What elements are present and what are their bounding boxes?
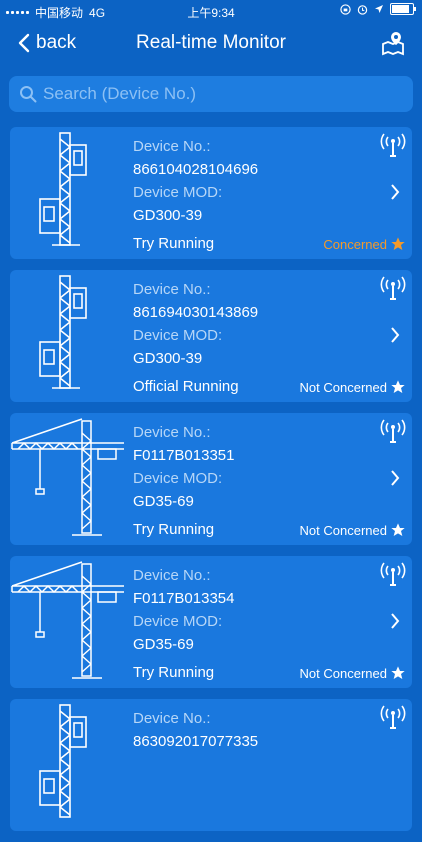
chevron-right-icon [391,184,400,200]
tower-crane-icon [11,561,124,679]
search-bar[interactable] [9,76,413,112]
concern-label: Not Concerned [299,522,387,538]
device-no-label: Device No.: [133,138,211,155]
device-no-label: Device No.: [133,424,211,441]
device-no-value: F0117B013351 [133,447,235,464]
alarm-icon [357,4,368,15]
device-no-label: Device No.: [133,710,211,727]
search-icon [20,86,37,103]
device-no-value: 861694030143869 [133,304,259,321]
device-list: Device No.: 866104028104696 Device MOD: … [10,127,412,842]
map-location-icon[interactable] [380,30,406,56]
chevron-right-icon [391,613,400,629]
tower-crane-icon [11,418,124,536]
device-card[interactable]: Device No.: 863092017077335 [10,699,412,831]
concern-label: Concerned [323,236,387,252]
device-mod-label: Device MOD: [133,470,223,487]
device-mod-value: GD35-69 [133,493,194,510]
signal-antenna-icon [380,562,406,586]
concern-toggle[interactable]: Not Concerned [300,665,406,681]
concern-toggle[interactable]: Concerned [323,236,406,252]
signal-antenna-icon [380,419,406,443]
run-status: Try Running [133,664,215,681]
concern-toggle[interactable]: Not Concerned [300,379,406,395]
search-input[interactable] [37,83,413,105]
device-info: Device No.: F0117B013354 Device MOD: GD3… [133,564,234,656]
signal-antenna-icon [380,133,406,157]
device-info: Device No.: 863092017077335 [133,707,258,753]
run-status: Try Running [133,235,215,252]
star-icon [391,237,405,250]
device-card[interactable]: Device No.: 861694030143869 Device MOD: … [10,270,412,402]
navigation-bar: back Real-time Monitor [0,22,422,66]
device-mod-label: Device MOD: [133,184,223,201]
elevator-icon [39,132,87,246]
location-icon [375,5,383,13]
elevator-icon [39,275,87,389]
concern-label: Not Concerned [299,665,387,681]
device-info: Device No.: 861694030143869 Device MOD: … [133,278,258,370]
device-no-label: Device No.: [133,567,211,584]
chevron-right-icon [391,470,400,486]
star-icon [391,523,405,536]
device-info: Device No.: F0117B013351 Device MOD: GD3… [133,421,234,513]
run-status: Try Running [133,521,215,538]
rotation-lock-icon [340,3,351,15]
device-card[interactable]: Device No.: F0117B013351 Device MOD: GD3… [10,413,412,545]
device-card[interactable]: Device No.: F0117B013354 Device MOD: GD3… [10,556,412,688]
device-card[interactable]: Device No.: 866104028104696 Device MOD: … [10,127,412,259]
status-bar: 中国移动 4G 上午9:34 [0,0,422,22]
device-mod-value: GD300-39 [133,350,203,367]
signal-antenna-icon [380,276,406,300]
elevator-icon [39,704,87,818]
concern-toggle[interactable]: Not Concerned [300,522,406,538]
device-info: Device No.: 866104028104696 Device MOD: … [133,135,258,227]
device-no-value: F0117B013354 [133,590,235,607]
signal-antenna-icon [380,705,406,729]
star-icon [391,666,405,679]
device-no-value: 866104028104696 [133,161,259,178]
device-no-label: Device No.: [133,281,211,298]
run-status: Official Running [133,378,239,395]
star-icon [391,380,405,393]
chevron-right-icon [391,327,400,343]
device-mod-label: Device MOD: [133,327,223,344]
battery-icon [390,3,416,15]
page-title: Real-time Monitor [136,32,286,53]
device-mod-label: Device MOD: [133,613,223,630]
device-mod-value: GD35-69 [133,636,194,653]
concern-label: Not Concerned [299,379,387,395]
device-mod-value: GD300-39 [133,207,203,224]
